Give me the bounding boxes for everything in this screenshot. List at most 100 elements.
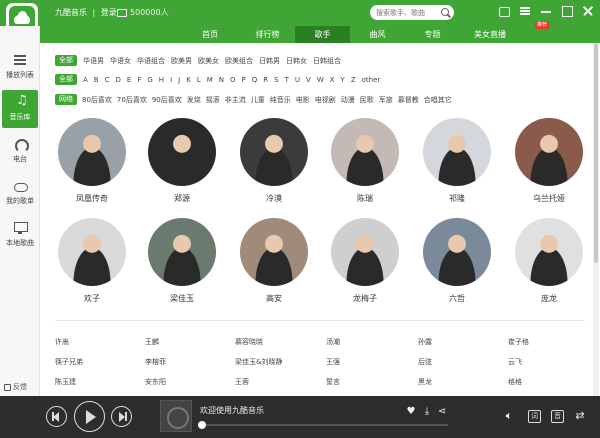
letter-option[interactable]: A bbox=[83, 76, 88, 84]
letter-option[interactable]: D bbox=[116, 76, 121, 84]
letter-option[interactable]: other bbox=[362, 76, 381, 84]
genre-option[interactable]: 摇滚 bbox=[206, 95, 220, 105]
singer-avatar[interactable] bbox=[515, 118, 583, 186]
sidebar-item-radio[interactable]: 电台 bbox=[0, 132, 40, 170]
singer-card[interactable]: 欢子 bbox=[53, 218, 131, 313]
menu-icon[interactable] bbox=[519, 5, 531, 17]
region-option[interactable]: 欧美男 bbox=[171, 56, 192, 66]
scroll-thumb[interactable] bbox=[594, 43, 598, 263]
letter-option[interactable]: U bbox=[295, 76, 300, 84]
prev-button[interactable] bbox=[46, 406, 67, 427]
sidebar-item-local[interactable]: 本地歌曲 bbox=[0, 216, 40, 254]
region-option[interactable]: 日韩组合 bbox=[313, 56, 341, 66]
sidebar-item-library[interactable]: 音乐库 bbox=[2, 90, 38, 128]
region-option[interactable]: 华语男 bbox=[83, 56, 104, 66]
singer-name-link[interactable]: 黑龙 bbox=[418, 377, 432, 387]
letter-option[interactable]: M bbox=[207, 76, 213, 84]
singer-name[interactable]: 欢子 bbox=[53, 293, 131, 304]
singer-card[interactable]: 郑源 bbox=[143, 118, 221, 213]
singer-name-link[interactable]: 慕容晓晓 bbox=[235, 337, 263, 347]
singer-name-link[interactable]: 筷子兄弟 bbox=[55, 357, 83, 367]
letter-option[interactable]: G bbox=[147, 76, 152, 84]
tab-home[interactable]: 首页 bbox=[180, 26, 240, 43]
letter-option[interactable]: Y bbox=[341, 76, 345, 84]
singer-name-link[interactable]: 梁佳玉&刘晓静 bbox=[235, 357, 282, 367]
singer-name[interactable]: 祁隆 bbox=[418, 193, 496, 204]
letter-all-chip[interactable]: 全部 bbox=[55, 74, 77, 85]
genre-option[interactable]: 90后喜欢 bbox=[152, 95, 182, 105]
singer-card[interactable]: 梁佳玉 bbox=[143, 218, 221, 313]
letter-option[interactable]: H bbox=[159, 76, 164, 84]
skin-icon[interactable] bbox=[498, 5, 510, 17]
letter-option[interactable]: Z bbox=[351, 76, 356, 84]
genre-option[interactable]: 电影 bbox=[296, 95, 310, 105]
singer-card[interactable]: 凤凰传奇 bbox=[53, 118, 131, 213]
progress-bar[interactable] bbox=[198, 421, 448, 429]
letter-option[interactable]: J bbox=[178, 76, 180, 84]
singer-card[interactable]: 高安 bbox=[235, 218, 313, 313]
sound-effect-button[interactable]: 音 bbox=[551, 410, 564, 423]
singer-avatar[interactable] bbox=[148, 118, 216, 186]
tab-live[interactable]: 美女直播 bbox=[460, 26, 520, 43]
singer-name-link[interactable]: 格格 bbox=[508, 377, 522, 387]
letter-option[interactable]: V bbox=[306, 76, 311, 84]
tab-genres[interactable]: 曲风 bbox=[350, 26, 405, 43]
singer-avatar[interactable] bbox=[423, 118, 491, 186]
letter-option[interactable]: N bbox=[219, 76, 224, 84]
singer-name-link[interactable]: 誓言 bbox=[326, 377, 340, 387]
heart-icon[interactable]: ♥ bbox=[405, 406, 417, 418]
genre-option[interactable]: 非主流 bbox=[225, 95, 246, 105]
region-option[interactable]: 华语组合 bbox=[137, 56, 165, 66]
singer-avatar[interactable] bbox=[423, 218, 491, 286]
singer-name[interactable]: 龙梅子 bbox=[326, 293, 404, 304]
letter-option[interactable]: Q bbox=[252, 76, 258, 84]
sidebar-item-playlist[interactable]: 播放列表 bbox=[0, 48, 40, 86]
letter-option[interactable]: I bbox=[170, 76, 172, 84]
singer-card[interactable]: 六哲 bbox=[418, 218, 496, 313]
letter-option[interactable]: F bbox=[137, 76, 141, 84]
singer-name-link[interactable]: 崔子格 bbox=[508, 337, 529, 347]
singer-name-link[interactable]: 李榕菲 bbox=[145, 357, 166, 367]
region-all-chip[interactable]: 全部 bbox=[55, 55, 77, 66]
login-link[interactable]: 登录 bbox=[101, 8, 117, 17]
letter-option[interactable]: K bbox=[186, 76, 191, 84]
genre-option[interactable]: 80后喜欢 bbox=[82, 95, 112, 105]
share-icon[interactable]: ⋖ bbox=[436, 406, 448, 418]
singer-name-link[interactable]: 王蓉 bbox=[235, 377, 249, 387]
singer-name-link[interactable]: 王麟 bbox=[145, 337, 159, 347]
singer-name[interactable]: 冷漠 bbox=[235, 193, 313, 204]
search-icon[interactable] bbox=[441, 8, 449, 16]
letter-option[interactable]: E bbox=[127, 76, 131, 84]
genre-network-chip[interactable]: 网络 bbox=[55, 94, 77, 105]
singer-name[interactable]: 乌兰托娅 bbox=[510, 193, 588, 204]
letter-option[interactable]: T bbox=[285, 76, 289, 84]
feedback-button[interactable]: 反馈 bbox=[4, 382, 27, 392]
singer-name-link[interactable]: 王强 bbox=[326, 357, 340, 367]
letter-option[interactable]: B bbox=[94, 76, 99, 84]
letter-option[interactable]: O bbox=[230, 76, 236, 84]
singer-card[interactable]: 陈瑞 bbox=[326, 118, 404, 213]
genre-option[interactable]: 动漫 bbox=[341, 95, 355, 105]
letter-option[interactable]: X bbox=[330, 76, 335, 84]
tab-charts[interactable]: 排行榜 bbox=[240, 26, 295, 43]
sidebar-item-my-playlists[interactable]: 我的歌单 bbox=[0, 174, 40, 212]
singer-name[interactable]: 庞龙 bbox=[510, 293, 588, 304]
letter-option[interactable]: P bbox=[242, 76, 246, 84]
region-option[interactable]: 日韩女 bbox=[286, 56, 307, 66]
album-cover[interactable] bbox=[160, 400, 192, 432]
singer-avatar[interactable] bbox=[515, 218, 583, 286]
singer-name[interactable]: 高安 bbox=[235, 293, 313, 304]
singer-avatar[interactable] bbox=[331, 218, 399, 286]
tab-singers[interactable]: 歌手 bbox=[295, 26, 350, 43]
singer-card[interactable]: 冷漠 bbox=[235, 118, 313, 213]
letter-option[interactable]: R bbox=[263, 76, 268, 84]
genre-option[interactable]: 纯音乐 bbox=[270, 95, 291, 105]
letter-option[interactable]: L bbox=[197, 76, 201, 84]
region-option[interactable]: 欧美女 bbox=[198, 56, 219, 66]
singer-name-link[interactable]: 孙露 bbox=[418, 337, 432, 347]
singer-name[interactable]: 凤凰传奇 bbox=[53, 193, 131, 204]
letter-option[interactable]: C bbox=[105, 76, 110, 84]
genre-option[interactable]: 民歌 bbox=[360, 95, 374, 105]
singer-avatar[interactable] bbox=[148, 218, 216, 286]
singer-avatar[interactable] bbox=[240, 218, 308, 286]
